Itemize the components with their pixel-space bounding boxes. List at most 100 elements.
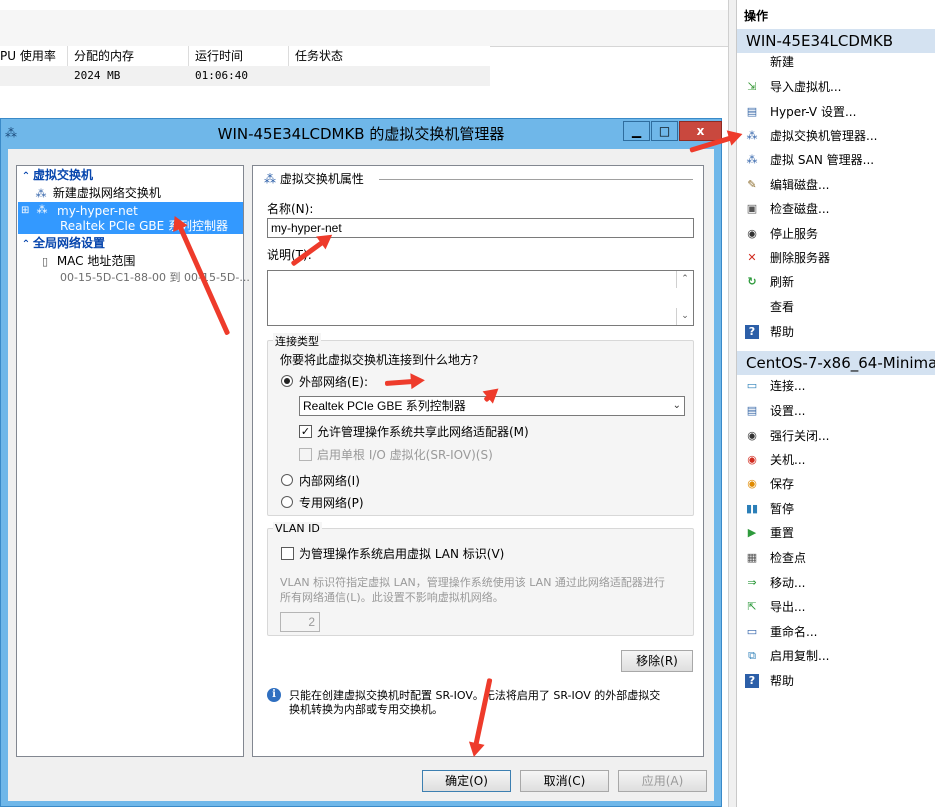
adapter-select-value: Realtek PCIe GBE 系列控制器: [303, 399, 466, 413]
action-hyperv-settings[interactable]: ▤ Hyper-V 设置...: [737, 100, 935, 124]
sriov-checkbox[interactable]: [299, 448, 312, 461]
pane-splitter[interactable]: [728, 0, 736, 807]
vlan-checkbox[interactable]: [281, 547, 294, 560]
action-label: 检查点: [770, 551, 807, 565]
action-help[interactable]: ? 帮助: [737, 320, 935, 344]
switch-manager-dialog: ⁂ WIN-45E34LCDMKB 的虚拟交换机管理器 ▁ □ x ⌃ 虚拟交换机…: [0, 118, 722, 807]
refresh-icon: ↻: [747, 275, 757, 288]
pause-icon: ▮▮: [745, 502, 759, 515]
internal-network-label: 内部网络(I): [299, 474, 360, 488]
action-rename[interactable]: ▭ 重命名...: [737, 620, 935, 644]
action-label: 移动...: [770, 576, 806, 590]
action-label: 重置: [770, 526, 795, 540]
section-label: 虚拟交换机: [33, 168, 94, 182]
action-reset[interactable]: ▶ 重置: [737, 521, 935, 545]
private-network-radio[interactable]: [281, 496, 293, 508]
action-stop-service[interactable]: ◉ 停止服务: [737, 222, 935, 246]
properties-title: ⁂ 虚拟交换机属性: [264, 170, 364, 188]
delete-icon: ✕: [747, 251, 757, 264]
allow-share-checkbox[interactable]: ✓: [299, 425, 312, 438]
action-label: 刷新: [770, 275, 795, 289]
scroll-up-icon[interactable]: ⌃: [676, 271, 693, 288]
action-label: 删除服务器: [770, 251, 831, 265]
edit-disk-icon: ✎: [747, 178, 757, 191]
action-vm-help[interactable]: ? 帮助: [737, 669, 935, 693]
navigation-tree: ⌃ 虚拟交换机 ⁂ 新建虚拟网络交换机 ⊞ ⁂ my-hyper-net Real…: [16, 165, 250, 757]
action-remove-server[interactable]: ✕ 删除服务器: [737, 246, 935, 270]
apply-button[interactable]: 应用(A): [618, 770, 707, 792]
external-network-radio[interactable]: [281, 375, 293, 387]
column-memory[interactable]: 分配的内存: [68, 46, 189, 66]
vlan-description-line2: 所有网络通信(L)。此设置不影响虚拟机网络。: [280, 591, 504, 604]
tree-item-mac-range[interactable]: ▯ MAC 地址范围: [37, 253, 135, 270]
vm-memory: 2024 MB: [74, 69, 121, 82]
action-import-vm[interactable]: ⇲ 导入虚拟机...: [737, 75, 935, 99]
tree-section-switches[interactable]: ⌃ 虚拟交换机: [19, 167, 93, 184]
action-inspect-disk[interactable]: ▣ 检查磁盘...: [737, 197, 935, 221]
action-shutdown[interactable]: ◉ 关机...: [737, 448, 935, 472]
action-edit-disk[interactable]: ✎ 编辑磁盘...: [737, 173, 935, 197]
internal-network-radio[interactable]: [281, 474, 293, 486]
action-view[interactable]: 查看: [737, 295, 935, 319]
column-cpu[interactable]: PU 使用率: [0, 46, 68, 66]
tree-item-my-hyper-net[interactable]: ⊞ ⁂ my-hyper-net Realtek PCIe GBE 系列控制器: [18, 202, 243, 234]
connection-question: 你要将此虚拟交换机连接到什么地方?: [280, 353, 479, 367]
private-network-label: 专用网络(P): [299, 496, 364, 510]
action-label: 帮助: [770, 325, 795, 339]
tree-section-global[interactable]: ⌃ 全局网络设置: [19, 235, 105, 252]
connect-icon: ▭: [746, 379, 758, 392]
action-label: 保存: [770, 477, 795, 491]
action-checkpoint[interactable]: ▦ 检查点: [737, 546, 935, 570]
ok-button[interactable]: 确定(O): [422, 770, 511, 792]
action-label: 设置...: [770, 404, 806, 418]
reset-icon: ▶: [747, 526, 757, 539]
title-separator: [379, 179, 693, 180]
remove-button[interactable]: 移除(R): [621, 650, 693, 672]
action-pause[interactable]: ▮▮ 暂停: [737, 497, 935, 521]
action-save[interactable]: ◉ 保存: [737, 472, 935, 496]
action-label: 编辑磁盘...: [770, 178, 830, 192]
column-uptime[interactable]: 运行时间: [189, 46, 289, 66]
action-export[interactable]: ⇱ 导出...: [737, 595, 935, 619]
action-move[interactable]: ⇒ 移动...: [737, 571, 935, 595]
switch-icon: ⁂: [36, 203, 48, 216]
switch-icon: ⁂: [264, 172, 276, 186]
settings-icon: ▤: [746, 404, 758, 417]
action-san-manager[interactable]: ⁂ 虚拟 SAN 管理器...: [737, 148, 935, 172]
action-switch-manager[interactable]: ⁂ 虚拟交换机管理器...: [737, 124, 935, 148]
scroll-down-icon[interactable]: ⌄: [676, 308, 693, 325]
help-icon: ?: [745, 325, 759, 339]
section-label: 全局网络设置: [33, 236, 106, 250]
dialog-title-bar[interactable]: ⁂ WIN-45E34LCDMKB 的虚拟交换机管理器 ▁ □ x: [1, 119, 722, 149]
action-new[interactable]: 新建: [737, 50, 935, 74]
save-icon: ◉: [747, 477, 757, 490]
action-turn-off[interactable]: ◉ 强行关闭...: [737, 424, 935, 448]
action-enable-replication[interactable]: ⧉ 启用复制...: [737, 644, 935, 668]
tree-item-new-switch[interactable]: ⁂ 新建虚拟网络交换机: [33, 185, 161, 202]
maximize-button[interactable]: □: [651, 121, 678, 141]
help-icon: ?: [745, 674, 759, 688]
description-textarea[interactable]: ⌃ ⌄: [267, 270, 694, 326]
action-label: 强行关闭...: [770, 429, 830, 443]
vlan-description-line1: VLAN 标识符指定虚拟 LAN，管理操作系统使用该 LAN 通过此网络适配器进…: [280, 576, 665, 589]
vlan-id-input[interactable]: 2: [280, 612, 320, 632]
action-vm-settings[interactable]: ▤ 设置...: [737, 399, 935, 423]
cancel-button[interactable]: 取消(C): [520, 770, 609, 792]
action-refresh[interactable]: ↻ 刷新: [737, 270, 935, 294]
column-status[interactable]: 任务状态: [289, 46, 490, 66]
switch-adapter-label: Realtek PCIe GBE 系列控制器: [60, 219, 229, 233]
vlan-checkbox-label: 为管理操作系统启用虚拟 LAN 标识(V): [299, 547, 505, 561]
action-label: 检查磁盘...: [770, 202, 830, 216]
close-button[interactable]: x: [679, 121, 722, 141]
mac-range-value: 00-15-5D-C1-88-00 到 00-15-5D-...: [60, 271, 250, 284]
settings-icon: ▤: [746, 105, 758, 118]
minimize-button[interactable]: ▁: [623, 121, 650, 141]
annotation-arrow: [384, 378, 416, 386]
action-label: 关机...: [770, 453, 806, 467]
vm-row[interactable]: 2024 MB 01:06:40: [0, 66, 490, 86]
action-connect[interactable]: ▭ 连接...: [737, 374, 935, 398]
dialog-title: WIN-45E34LCDMKB 的虚拟交换机管理器: [217, 125, 505, 143]
replication-icon: ⧉: [748, 649, 756, 662]
vm-action-group[interactable]: CentOS-7-x86_64-Minimal: [737, 351, 935, 375]
dialog-body: ⌃ 虚拟交换机 ⁂ 新建虚拟网络交换机 ⊞ ⁂ my-hyper-net Real…: [8, 149, 714, 801]
